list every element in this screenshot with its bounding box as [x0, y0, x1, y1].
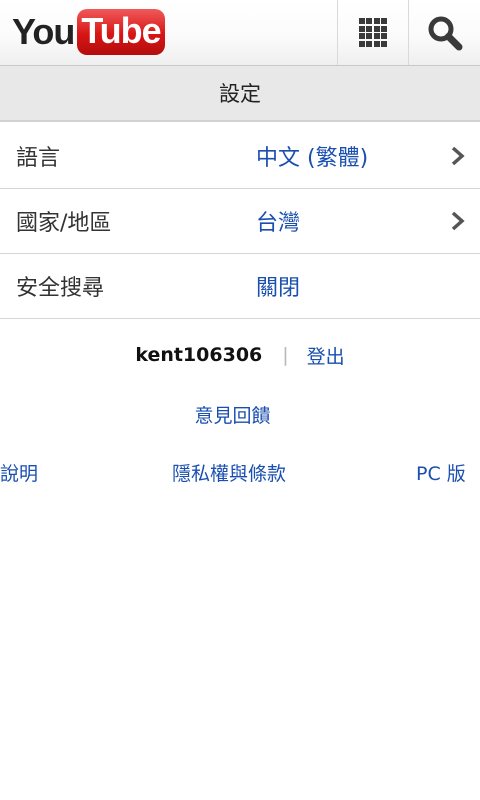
- setting-value: 關閉: [256, 276, 301, 301]
- search-button[interactable]: [408, 0, 480, 65]
- apps-grid-button[interactable]: [337, 0, 408, 65]
- separator: |: [282, 344, 289, 366]
- sign-out-link[interactable]: 登出: [307, 342, 345, 369]
- setting-label: 國家/地區: [16, 211, 112, 236]
- chevron-right-icon: [451, 211, 465, 231]
- privacy-terms-link[interactable]: 隱私權與條款: [172, 459, 286, 489]
- setting-value: 中文 (繁體): [256, 146, 369, 171]
- help-link[interactable]: 說明: [0, 459, 38, 489]
- setting-row-safe-search[interactable]: 安全搜尋 關閉: [0, 254, 480, 319]
- page-title: 設定: [0, 66, 480, 122]
- top-header: You Tube: [0, 0, 480, 66]
- setting-row-language[interactable]: 語言 中文 (繁體): [0, 124, 480, 189]
- username: kent106306: [135, 344, 263, 366]
- chevron-right-icon: [451, 146, 465, 166]
- setting-value: 台灣: [256, 211, 301, 236]
- setting-row-country[interactable]: 國家/地區 台灣: [0, 189, 480, 254]
- footer-links: 說明 隱私權與條款 PC 版: [0, 459, 480, 489]
- setting-label: 語言: [16, 146, 61, 171]
- logo-you-text: You: [12, 11, 75, 52]
- search-icon: [428, 16, 462, 50]
- feedback-link[interactable]: 意見回饋: [0, 399, 465, 429]
- youtube-logo[interactable]: You Tube: [12, 8, 165, 56]
- setting-label: 安全搜尋: [16, 276, 105, 301]
- desktop-version-link[interactable]: PC 版: [416, 459, 466, 489]
- grid-icon: [358, 18, 388, 47]
- logo-tube-text: Tube: [77, 9, 165, 55]
- account-line: kent106306 | 登出: [0, 340, 480, 370]
